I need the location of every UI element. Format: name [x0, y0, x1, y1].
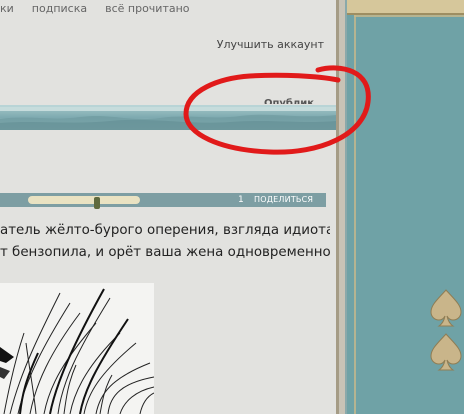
nav-item-all-read[interactable]: всё прочитано — [105, 2, 189, 20]
spade-icon — [430, 289, 462, 327]
post-toolbar: 1 ПОДЕЛИТЬСЯ — [0, 193, 326, 209]
share-button[interactable]: ПОДЕЛИТЬСЯ — [254, 194, 313, 206]
publish-button-label[interactable]: Опублик — [264, 97, 314, 104]
nav-item-partial[interactable]: ки — [0, 2, 14, 20]
header-banner — [0, 105, 336, 130]
slider-handle[interactable] — [94, 197, 100, 209]
post-text-line: атель жёлто-бурого оперения, взгляда иди… — [0, 223, 330, 238]
nav-item-subscription[interactable]: подписка — [32, 2, 87, 20]
post-text: атель жёлто-бурого оперения, взгляда иди… — [0, 220, 330, 264]
main-column: ки подписка всё прочитано Улучшить аккау… — [0, 0, 336, 414]
improve-account-link[interactable]: Улучшить аккаунт — [217, 38, 324, 51]
spade-icon — [430, 333, 462, 371]
share-count: 1 — [238, 195, 244, 205]
top-navigation: ки подписка всё прочитано — [0, 2, 190, 20]
rating-slider[interactable] — [28, 196, 140, 209]
post-image — [0, 283, 154, 414]
banner-landscape — [0, 114, 336, 128]
post-text-line: т бензопила, и орёт ваша жена одновремен… — [0, 245, 330, 260]
decorative-side-panel — [347, 0, 464, 414]
